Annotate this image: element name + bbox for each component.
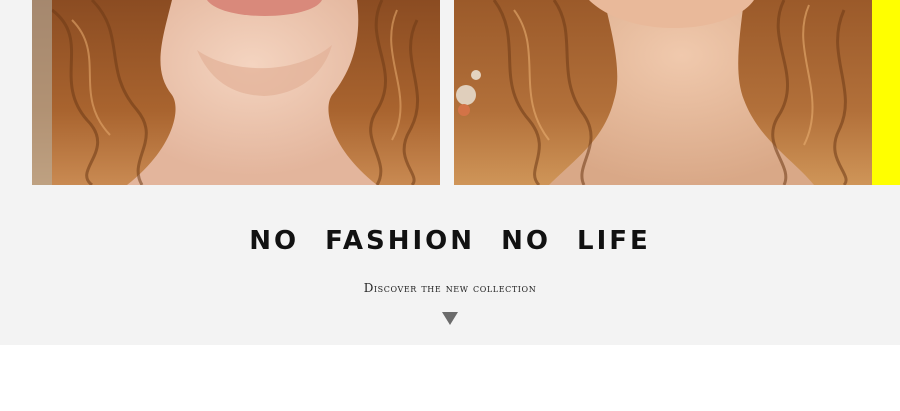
model-photo-left[interactable] [32, 0, 440, 185]
triangle-down-icon[interactable] [442, 312, 458, 325]
yellow-accent-stripe [872, 0, 900, 185]
page-content-area [0, 345, 900, 411]
model-photo-left-image [32, 0, 440, 185]
model-photo-right-image [454, 0, 872, 185]
hero-banner: NO FASHION NO LIFE Discover the new coll… [0, 0, 900, 345]
model-photo-right[interactable] [454, 0, 872, 185]
hero-subline[interactable]: Discover the new collection [0, 281, 900, 295]
hero-headline: NO FASHION NO LIFE [249, 226, 651, 256]
